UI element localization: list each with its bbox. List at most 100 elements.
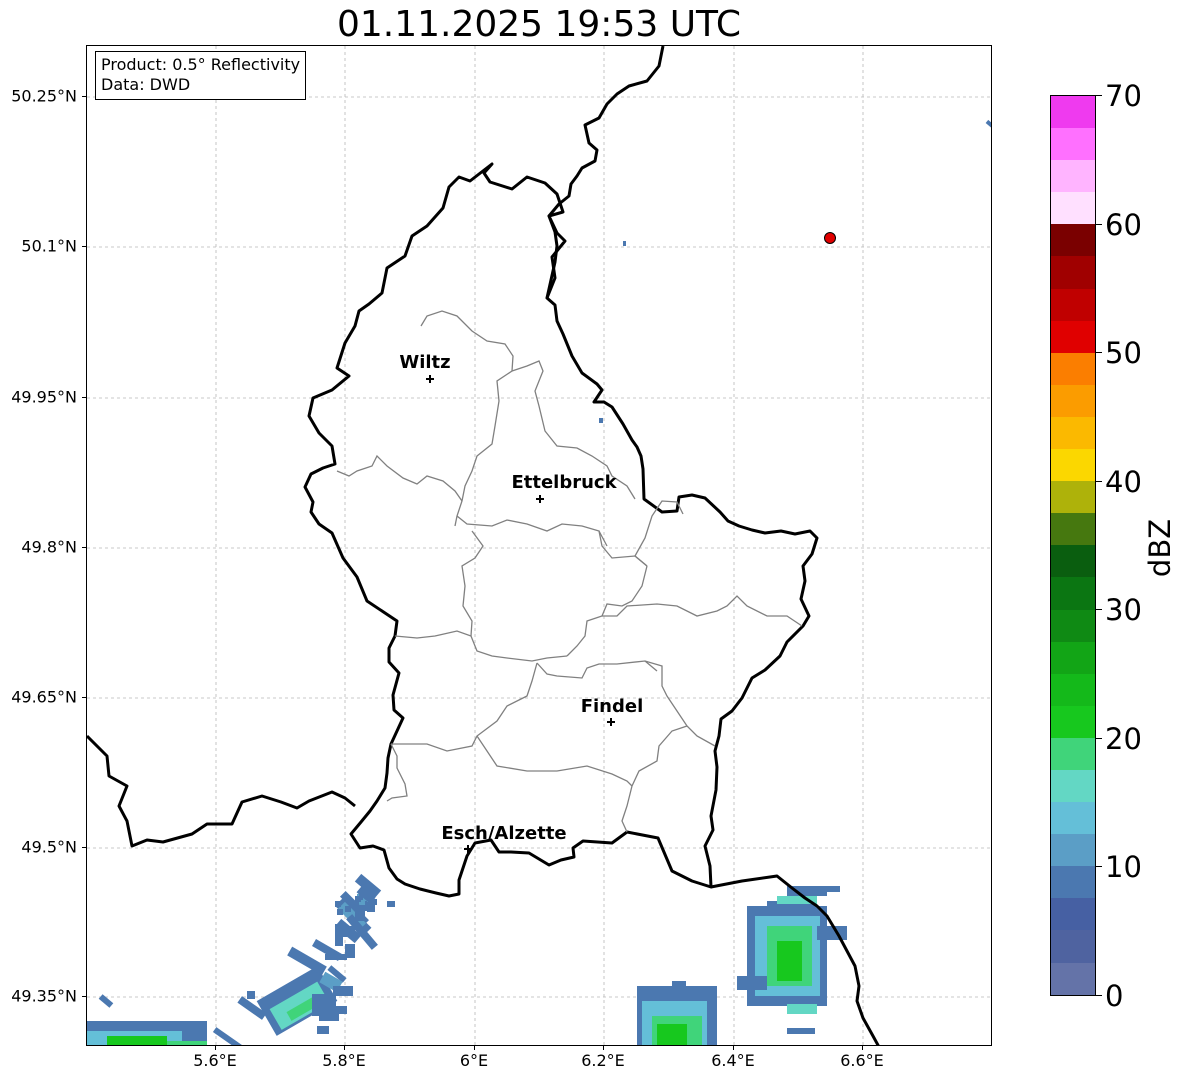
colorbar-label: 60 [1105,208,1142,242]
colorbar [1050,95,1096,996]
france-border [87,734,356,848]
colorbar-tick [1096,352,1102,353]
colorbar-segment [1051,96,1095,129]
city-label-wiltz: Wiltz [399,352,450,373]
colorbar-segment [1051,609,1095,642]
colorbar-label: 50 [1105,336,1142,370]
colorbar-segment [1051,384,1095,417]
radar-echoes [87,119,991,1045]
lat-label: 49.8°N [21,537,77,557]
colorbar-segment [1051,320,1095,353]
colorbar-segment [1051,256,1095,289]
lon-tick [862,1046,863,1050]
luxembourg-border [303,162,819,898]
lat-tick [82,547,86,548]
lat-tick [82,697,86,698]
lat-tick [82,397,86,398]
lat-tick [82,96,86,97]
lat-label: 50.1°N [21,236,77,256]
colorbar-tick [1096,738,1102,739]
colorbar-segment [1051,224,1095,257]
colorbar-segment [1051,352,1095,385]
lon-label: 5.6°E [193,1051,237,1070]
city-label-esch-alzette: Esch/Alzette [441,823,566,844]
radar-site-marker [824,232,836,244]
lon-tick [474,1046,475,1050]
city-label-ettelbruck: Ettelbruck [511,472,617,493]
colorbar-label: 0 [1105,979,1124,1013]
colorbar-segment [1051,866,1095,899]
city-wiltz: Wiltz [399,352,451,383]
colorbar-segment [1051,416,1095,450]
info-product: Product: 0.5° Reflectivity [101,55,301,74]
colorbar-segment [1051,898,1095,931]
colorbar-tick [1096,866,1102,867]
city-marker-icon [426,375,434,383]
colorbar-segment [1051,769,1095,803]
lat-label: 50.25°N [11,86,77,106]
colorbar-segment [1051,641,1095,674]
colorbar-label: 40 [1105,465,1142,499]
colorbar-segment [1051,192,1095,225]
colorbar-segment [1051,288,1095,321]
city-marker-icon [536,495,544,503]
city-esch-alzette: Esch/Alzette [441,823,567,853]
colorbar-segment [1051,737,1095,770]
lon-label: 5.8°E [322,1051,366,1070]
colorbar-label: 10 [1105,850,1142,884]
colorbar-unit-label: dBZ [1143,518,1177,578]
colorbar-segment [1051,513,1095,546]
info-source: Data: DWD [101,75,191,94]
colorbar-label: 70 [1105,79,1142,113]
lon-tick [733,1046,734,1050]
map-title: 01.11.2025 19:53 UTC [336,4,742,45]
colorbar-label: 20 [1105,722,1142,756]
lon-label: 6.6°E [840,1051,884,1070]
lat-tick [82,847,86,848]
colorbar-segment [1051,577,1095,610]
colorbar-segment [1051,962,1095,995]
colorbar-tick [1096,995,1102,996]
radar-echo-southwest [87,873,395,1045]
colorbar-segment [1051,673,1095,706]
colorbar-tick [1096,609,1102,610]
germany-border-north [545,46,665,299]
city-markers: Wiltz Ettelbruck Findel Esch/Alzette [399,352,643,853]
city-marker-icon [607,718,615,726]
city-findel: Findel [581,696,644,726]
colorbar-tick [1096,95,1102,96]
city-label-findel: Findel [581,696,644,717]
colorbar-segment [1051,160,1095,193]
colorbar-segment [1051,545,1095,578]
gridlines [87,46,991,1045]
lon-tick [215,1046,216,1050]
map-area[interactable]: Wiltz Ettelbruck Findel Esch/Alzette [86,45,992,1046]
lat-tick [82,996,86,997]
lon-label: 6°E [459,1051,489,1070]
radar-echo-north-3 [599,418,603,423]
colorbar-segment [1051,834,1095,867]
colorbar-label: 30 [1105,593,1142,627]
lon-label: 6.4°E [711,1051,755,1070]
colorbar-tick [1096,224,1102,225]
lat-tick [82,246,86,247]
radar-echo-north-1 [985,119,991,129]
colorbar-segment [1051,449,1095,482]
colorbar-segment [1051,930,1095,963]
colorbar-segment [1051,802,1095,835]
colorbar-tick [1096,481,1102,482]
lat-label: 49.35°N [11,986,77,1006]
radar-echo-north-2 [623,241,626,246]
info-box: Product: 0.5° Reflectivity Data: DWD [95,51,307,100]
lat-label: 49.95°N [11,387,77,407]
lon-label: 6.2°E [581,1051,625,1070]
colorbar-segment [1051,481,1095,514]
canton-boundaries [336,310,803,833]
colorbar-segment [1051,705,1095,738]
lat-label: 49.5°N [21,837,77,857]
radar-echo-southeast [637,886,847,1045]
lat-label: 49.65°N [11,687,77,707]
city-ettelbruck: Ettelbruck [511,472,618,503]
lon-tick [344,1046,345,1050]
colorbar-segment [1051,128,1095,161]
